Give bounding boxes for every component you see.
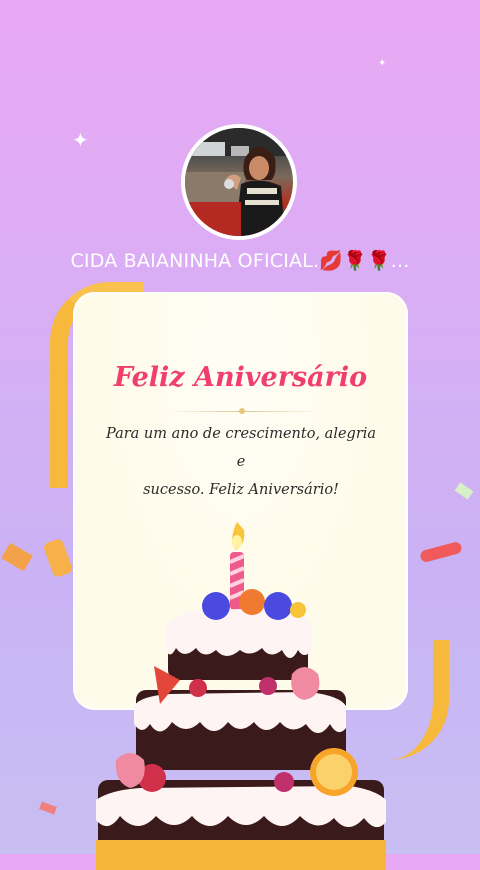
card-title: Feliz Aniversário [113,362,368,393]
card-message-line: Para um ano de crescimento, alegria e [105,426,377,470]
card-message-line: sucesso. Feliz Aniversário! [143,482,339,498]
sparkle-icon: ✦ [72,128,89,152]
profile-avatar[interactable] [181,124,297,240]
card-message: Para um ano de crescimento, alegria e su… [101,420,381,504]
divider-ornament [239,408,245,414]
confetti-piece [454,482,474,500]
profile-username[interactable]: CIDA BAIANINHA OFICIAL.💋🌹🌹... [0,249,480,272]
birthday-cake-illustration [96,522,386,870]
sparkle-icon: ✦ [378,58,387,69]
avatar-photo [185,128,293,236]
